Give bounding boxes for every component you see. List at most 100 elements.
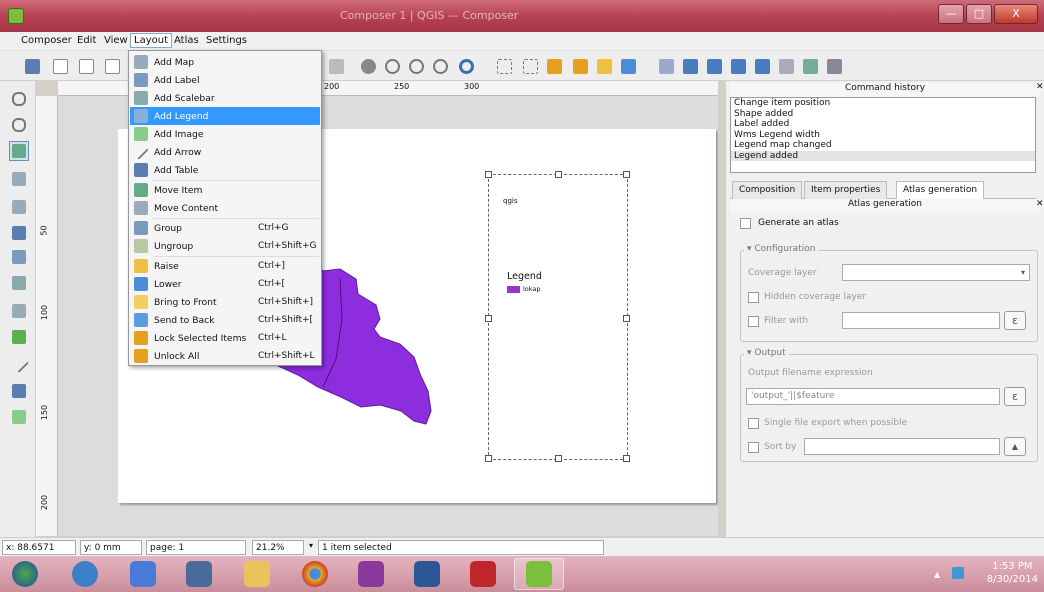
history-entry[interactable]: Wms Legend width — [731, 130, 1035, 141]
network-icon[interactable] — [952, 567, 964, 579]
print-icon[interactable] — [326, 56, 346, 76]
select-move-icon[interactable] — [9, 141, 29, 161]
history-entry[interactable]: Label added — [731, 119, 1035, 130]
sort-by-select[interactable] — [804, 438, 1000, 455]
epsilon-icon[interactable]: ε — [1004, 387, 1026, 406]
menu-layout[interactable]: Layout — [130, 33, 172, 48]
menu-atlas[interactable]: Atlas — [171, 34, 202, 47]
zoom-tool-icon[interactable] — [9, 115, 29, 135]
lock-icon[interactable] — [544, 56, 564, 76]
unlock-icon[interactable] — [570, 56, 590, 76]
minimize-button[interactable]: — — [938, 4, 964, 24]
menu-item-add-table[interactable]: Add Table — [130, 161, 320, 179]
history-entry[interactable]: Legend added — [731, 150, 1035, 161]
menu-item-bring-to-front[interactable]: Bring to Front Ctrl+Shift+] — [130, 293, 320, 311]
add-scalebar-icon[interactable] — [9, 273, 29, 293]
yahoo-messenger-icon[interactable] — [346, 558, 396, 590]
atlas-settings-icon[interactable] — [824, 56, 844, 76]
add-map-icon[interactable] — [9, 197, 29, 217]
menu-item-unlock-all[interactable]: Unlock All Ctrl+Shift+L — [130, 347, 320, 365]
select-all-icon[interactable] — [494, 56, 514, 76]
prev-feature-icon[interactable] — [704, 56, 724, 76]
lower-icon[interactable] — [618, 56, 638, 76]
generate-atlas-checkbox[interactable] — [740, 218, 751, 229]
filter-with-checkbox[interactable] — [748, 316, 759, 327]
show-hidden-icons[interactable]: ▲ — [934, 570, 940, 579]
close-button[interactable]: X — [994, 4, 1038, 24]
move-content-icon[interactable] — [9, 169, 29, 189]
media-player-icon[interactable] — [118, 558, 168, 590]
add-legend-icon[interactable] — [9, 247, 29, 267]
chrome-icon[interactable] — [290, 558, 340, 590]
sort-by-checkbox[interactable] — [748, 442, 759, 453]
history-entry[interactable]: Shape added — [731, 109, 1035, 120]
zoom-in-icon[interactable] — [406, 56, 426, 76]
explorer-icon[interactable] — [232, 558, 282, 590]
epsilon-icon[interactable]: ε — [1004, 311, 1026, 330]
zoom-100-icon[interactable] — [382, 56, 402, 76]
tab-atlas-generation[interactable]: Atlas generation — [896, 181, 985, 200]
sort-order-icon[interactable]: ▲ — [1004, 437, 1026, 456]
add-arrow-icon[interactable] — [9, 353, 29, 373]
maximize-button[interactable]: □ — [966, 4, 992, 24]
qgis-taskbar-icon[interactable] — [514, 558, 564, 590]
menu-composer[interactable]: Composer — [18, 34, 75, 47]
new-composer-icon[interactable] — [50, 56, 70, 76]
menu-settings[interactable]: Settings — [203, 34, 250, 47]
menu-item-move-item[interactable]: Move Item — [130, 181, 320, 199]
hidden-coverage-checkbox[interactable] — [748, 292, 759, 303]
close-atlas-icon[interactable]: ✕ — [1036, 199, 1044, 209]
chevron-down-icon[interactable]: ▾ — [1016, 264, 1030, 281]
deselect-icon[interactable] — [520, 56, 540, 76]
menu-item-lock-selected[interactable]: Lock Selected Items Ctrl+L — [130, 329, 320, 347]
add-image-icon[interactable] — [9, 407, 29, 427]
menu-item-add-scalebar[interactable]: Add Scalebar — [130, 89, 320, 107]
system-clock[interactable]: 1:53 PM 8/30/2014 — [987, 560, 1038, 586]
zoom-out-icon[interactable] — [430, 56, 450, 76]
next-feature-icon[interactable] — [728, 56, 748, 76]
word-icon[interactable] — [402, 558, 452, 590]
menu-item-add-arrow[interactable]: Add Arrow — [130, 143, 320, 161]
menu-item-move-content[interactable]: Move Content — [130, 199, 320, 217]
menu-item-group[interactable]: Group Ctrl+G — [130, 219, 320, 237]
tab-item-properties[interactable]: Item properties — [804, 181, 888, 199]
chevron-down-icon[interactable]: ▾ — [309, 541, 313, 550]
composer-manager-icon[interactable] — [102, 56, 122, 76]
add-triangle-icon[interactable] — [9, 327, 29, 347]
tab-composition[interactable]: Composition — [732, 181, 803, 199]
menu-item-raise[interactable]: Raise Ctrl+] — [130, 257, 320, 275]
add-table-icon[interactable] — [9, 381, 29, 401]
zoom-full-icon[interactable] — [358, 56, 378, 76]
align-icon[interactable] — [656, 56, 676, 76]
zoom-level[interactable]: 21.2% — [252, 540, 304, 555]
legend-item[interactable]: qgis Legend lokap — [485, 171, 630, 462]
menu-item-add-legend[interactable]: Add Legend — [130, 107, 320, 125]
internet-explorer-icon[interactable] — [60, 558, 110, 590]
menu-view[interactable]: View — [101, 34, 131, 47]
close-dock-icon[interactable]: ✕ — [1036, 82, 1044, 92]
raise-icon[interactable] — [594, 56, 614, 76]
start-button-icon[interactable] — [0, 558, 50, 590]
refresh-icon[interactable] — [456, 56, 476, 76]
single-file-checkbox[interactable] — [748, 418, 759, 429]
menu-item-send-to-back[interactable]: Send to Back Ctrl+Shift+[ — [130, 311, 320, 329]
acrobat-icon[interactable] — [458, 558, 508, 590]
menu-item-add-map[interactable]: Add Map — [130, 53, 320, 71]
command-history-list[interactable]: Change item position Shape added Label a… — [730, 97, 1036, 173]
menu-item-add-label[interactable]: Add Label — [130, 71, 320, 89]
filter-expression-input[interactable] — [842, 312, 1000, 329]
menu-edit[interactable]: Edit — [74, 34, 99, 47]
coverage-layer-select[interactable] — [842, 264, 1030, 281]
duplicate-composer-icon[interactable] — [76, 56, 96, 76]
output-expression-input[interactable]: 'output_'||$feature — [746, 388, 1000, 405]
add-label-icon[interactable] — [9, 223, 29, 243]
last-feature-icon[interactable] — [752, 56, 772, 76]
export-atlas-icon[interactable] — [800, 56, 820, 76]
print-atlas-icon[interactable] — [776, 56, 796, 76]
menu-item-ungroup[interactable]: Ungroup Ctrl+Shift+G — [130, 237, 320, 255]
menu-item-add-image[interactable]: Add Image — [130, 125, 320, 143]
add-shape-icon[interactable] — [9, 301, 29, 321]
save-icon[interactable] — [22, 56, 42, 76]
history-entry[interactable]: Change item position — [731, 98, 1035, 109]
calendar-app-icon[interactable] — [174, 558, 224, 590]
